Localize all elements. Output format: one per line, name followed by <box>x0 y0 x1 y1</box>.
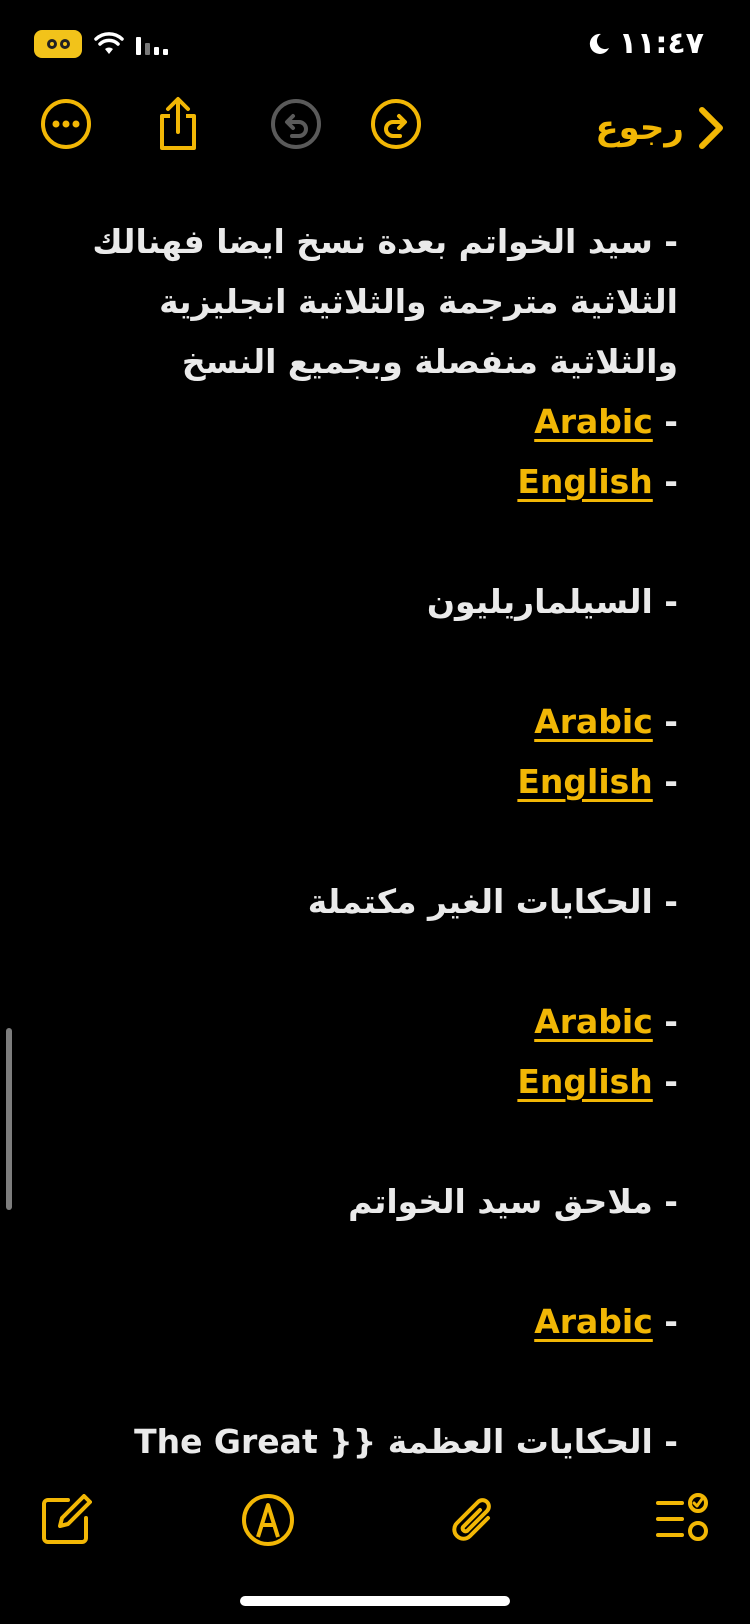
status-bar: ١١:٤٧ <box>0 0 750 90</box>
english-link[interactable]: English <box>517 762 652 801</box>
english-link[interactable]: English <box>517 1062 652 1101</box>
arabic-link[interactable]: Arabic <box>534 402 653 441</box>
list-dash: - <box>664 702 678 741</box>
share-button[interactable] <box>150 96 206 152</box>
moon-icon <box>589 33 609 54</box>
list-dash: - <box>664 462 678 501</box>
bottom-toolbar <box>0 1480 750 1556</box>
list-dash: - <box>664 1062 678 1101</box>
scroll-indicator[interactable] <box>6 1028 12 1210</box>
arabic-link[interactable]: Arabic <box>534 1302 653 1341</box>
clock: ١١:٤٧ <box>618 26 704 61</box>
list-dash: - <box>664 402 678 441</box>
markup-button[interactable] <box>238 1490 298 1550</box>
note-line: الثلاثية مترجمة والثلاثية انجليزية <box>159 282 678 321</box>
list-dash: - <box>664 1302 678 1341</box>
note-list-item: - Arabic <box>38 1292 678 1352</box>
compose-icon <box>42 1494 92 1544</box>
redo-icon <box>371 99 421 149</box>
list-dash: - <box>664 1002 678 1041</box>
note-list-item: - Arabic <box>38 392 678 452</box>
note-list-item: - Arabic <box>38 692 678 752</box>
undo-button[interactable] <box>268 96 324 152</box>
note-list-item: - English <box>38 1052 678 1112</box>
english-link[interactable]: English <box>517 462 652 501</box>
back-label: رجوع <box>595 108 684 148</box>
note-body[interactable]: - سيد الخواتم بعدة نسخ ايضا فهنالك الثلا… <box>38 212 678 1472</box>
pen-circle-icon <box>242 1494 294 1546</box>
list-dash: - <box>664 762 678 801</box>
compose-button[interactable] <box>36 1490 96 1550</box>
camera-indicator-icon <box>34 30 82 58</box>
home-indicator[interactable] <box>240 1596 510 1606</box>
note-list-item: - English <box>38 452 678 512</box>
share-icon <box>160 97 196 150</box>
back-button[interactable]: رجوع <box>595 100 724 156</box>
redo-button[interactable] <box>368 96 424 152</box>
arabic-link[interactable]: Arabic <box>534 702 653 741</box>
ellipsis-circle-icon <box>41 99 91 149</box>
wifi-icon <box>94 32 124 54</box>
top-toolbar: رجوع <box>0 96 750 168</box>
more-button[interactable] <box>38 96 94 152</box>
note-line: - سيد الخواتم بعدة نسخ ايضا فهنالك <box>92 222 678 261</box>
note-line: - السيلماريليون <box>426 582 678 621</box>
checklist-icon <box>656 1493 708 1541</box>
chevron-right-icon <box>699 107 723 149</box>
note-list-item: - English <box>38 752 678 812</box>
note-list-item: - Arabic <box>38 992 678 1052</box>
arabic-link[interactable]: Arabic <box>534 1002 653 1041</box>
checklist-button[interactable] <box>652 1490 712 1550</box>
paperclip-icon <box>452 1498 491 1541</box>
note-line: والثلاثية منفصلة وبجميع النسخ <box>181 342 678 381</box>
signal-icon <box>136 37 168 55</box>
status-bar-right: ١١:٤٧ <box>587 26 704 61</box>
attach-button[interactable] <box>444 1490 504 1550</box>
undo-icon <box>271 99 321 149</box>
status-bar-left <box>34 30 170 58</box>
note-line: - ملاحق سيد الخواتم <box>348 1182 678 1221</box>
note-line: - الحكايات الغير مكتملة <box>307 882 678 921</box>
notes-screen: ١١:٤٧ رجوع - سيد الخواتم بعدة نسخ ايضا ف… <box>0 0 750 1624</box>
note-line: - الحكايات العظمة {{ The Great <box>134 1422 678 1461</box>
